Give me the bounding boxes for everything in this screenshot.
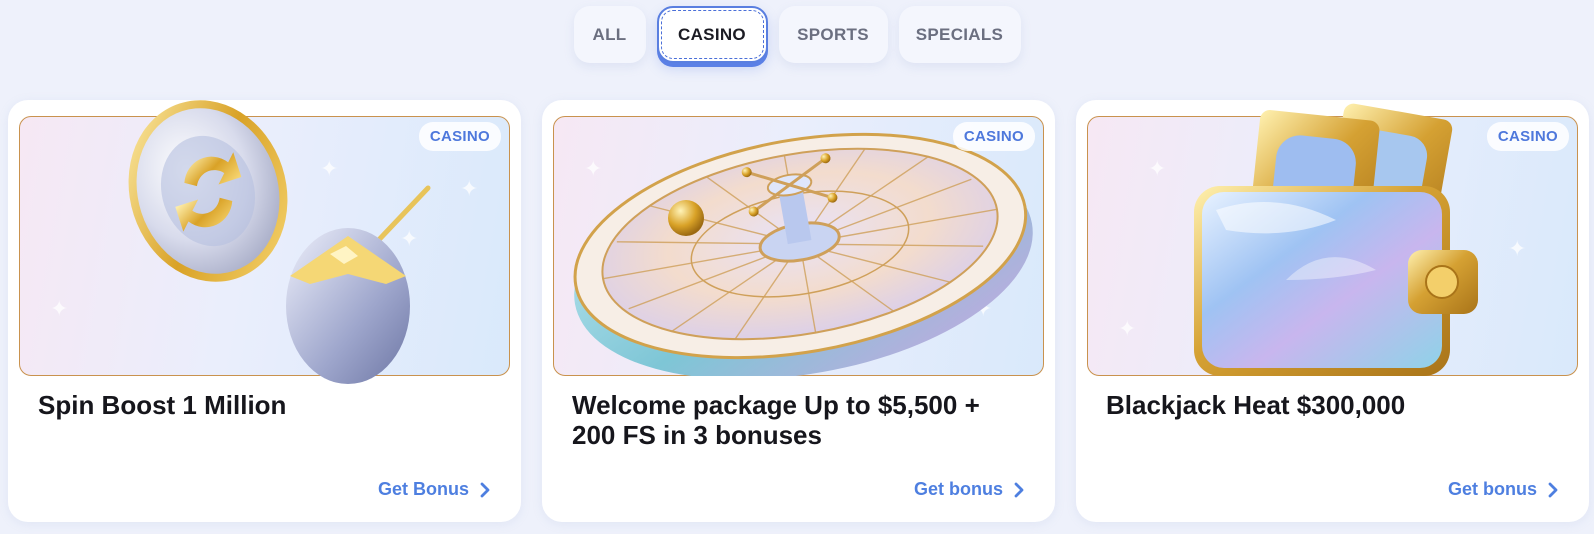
category-badge: CASINO [1486, 122, 1569, 151]
get-bonus-link[interactable]: Get Bonus [378, 479, 491, 500]
category-badge: CASINO [952, 122, 1035, 151]
tab-sports[interactable]: SPORTS [778, 6, 888, 63]
bonus-card[interactable]: ✦ ✦ ✦ CASINO Blackjack Heat $300,000 Get… [1076, 100, 1589, 522]
sparkle-icon: ✦ [1148, 157, 1167, 182]
bonus-title: Spin Boost 1 Million [38, 390, 287, 420]
chevron-right-icon [480, 482, 490, 497]
wallet-icon [1194, 103, 1478, 376]
sparkle-icon: ✦ [1118, 317, 1137, 342]
tab-all[interactable]: ALL [573, 6, 646, 63]
bonus-card[interactable]: ✦ ✦ CASINO Welcome package Up to $5,500 … [542, 100, 1055, 522]
get-bonus-label: Get bonus [914, 479, 1003, 499]
bonus-title: Welcome package Up to $5,500 + 200 FS in… [572, 390, 980, 450]
get-bonus-link[interactable]: Get bonus [1448, 479, 1559, 500]
get-bonus-label: Get bonus [1448, 479, 1537, 499]
chevron-right-icon [1014, 482, 1024, 497]
sparkle-icon: ✦ [460, 177, 479, 202]
sparkle-icon: ✦ [1508, 237, 1527, 262]
category-tabs: ALL CASINO SPORTS SPECIALS [0, 6, 1594, 63]
roulette-wheel-icon [573, 132, 1033, 376]
chevron-right-icon [1548, 482, 1558, 497]
coin-and-coconut-icon [128, 100, 431, 384]
tab-casino[interactable]: CASINO [656, 6, 768, 63]
get-bonus-label: Get Bonus [377, 479, 469, 499]
get-bonus-link[interactable]: Get bonus [914, 479, 1025, 500]
bonus-cards: ✦ ✦ ✦ ✦ CASINO Spin Boost 1 Million Get … [8, 100, 1589, 522]
category-badge: CASINO [418, 122, 501, 151]
bonus-title: Blackjack Heat $300,000 [1106, 390, 1406, 420]
bonus-card[interactable]: ✦ ✦ ✦ ✦ CASINO Spin Boost 1 Million Get … [8, 100, 521, 522]
tab-specials[interactable]: SPECIALS [898, 6, 1021, 63]
sparkle-icon: ✦ [50, 297, 69, 322]
